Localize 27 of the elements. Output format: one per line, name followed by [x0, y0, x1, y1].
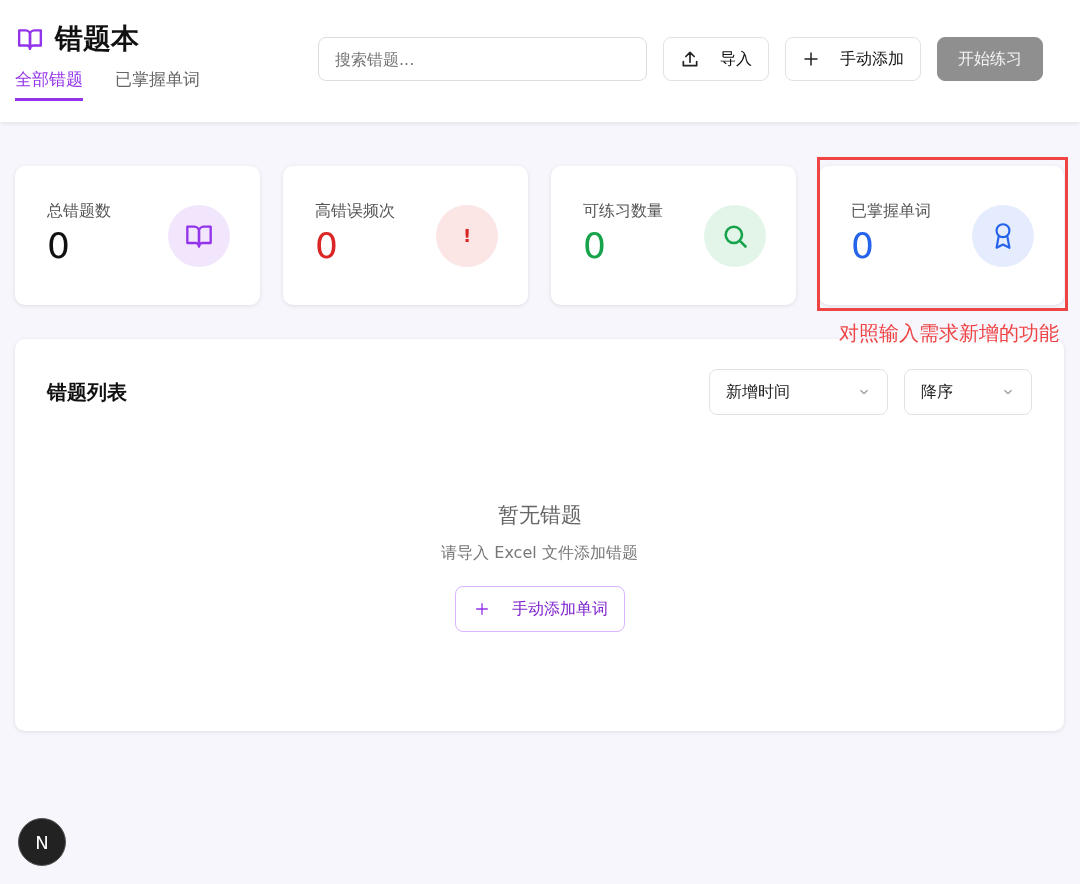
stat-label: 高错误频次	[315, 201, 395, 222]
stat-value: 0	[47, 224, 71, 268]
sort-select[interactable]: 新增时间	[709, 369, 888, 415]
stat-value: 0	[583, 224, 607, 268]
badge[interactable]: N	[18, 818, 66, 866]
stat-value: 0	[315, 224, 339, 268]
book-icon	[15, 26, 45, 52]
search-field[interactable]: 搜索错题...	[318, 37, 647, 81]
annotation-text: 对照输入需求新增的功能	[839, 321, 1060, 347]
tab[interactable]: 全部错题	[15, 68, 83, 101]
exclamation-icon: !	[462, 225, 472, 246]
add-word-button[interactable]: 手动添加单词	[454, 586, 625, 632]
panel-title: 错题列表	[47, 378, 127, 406]
empty-title: 暂无错题	[497, 502, 582, 529]
sort-select[interactable]: 降序	[904, 369, 1032, 415]
stat-label: 总错题数	[47, 201, 111, 222]
app-title: 错题本	[55, 21, 139, 57]
stat-value: 0	[851, 224, 875, 268]
upload-icon	[680, 49, 700, 69]
stat-label: 可练习数量	[583, 201, 663, 222]
tab[interactable]: 已掌握单词	[115, 68, 200, 101]
plus-icon	[802, 50, 820, 68]
plus-icon	[473, 601, 490, 617]
import-button[interactable]: 导入	[663, 37, 769, 81]
stat-label: 已掌握单词	[851, 201, 931, 222]
add-button[interactable]: 手动添加	[785, 37, 921, 81]
empty-message: 请导入 Excel 文件添加错题	[441, 543, 638, 564]
